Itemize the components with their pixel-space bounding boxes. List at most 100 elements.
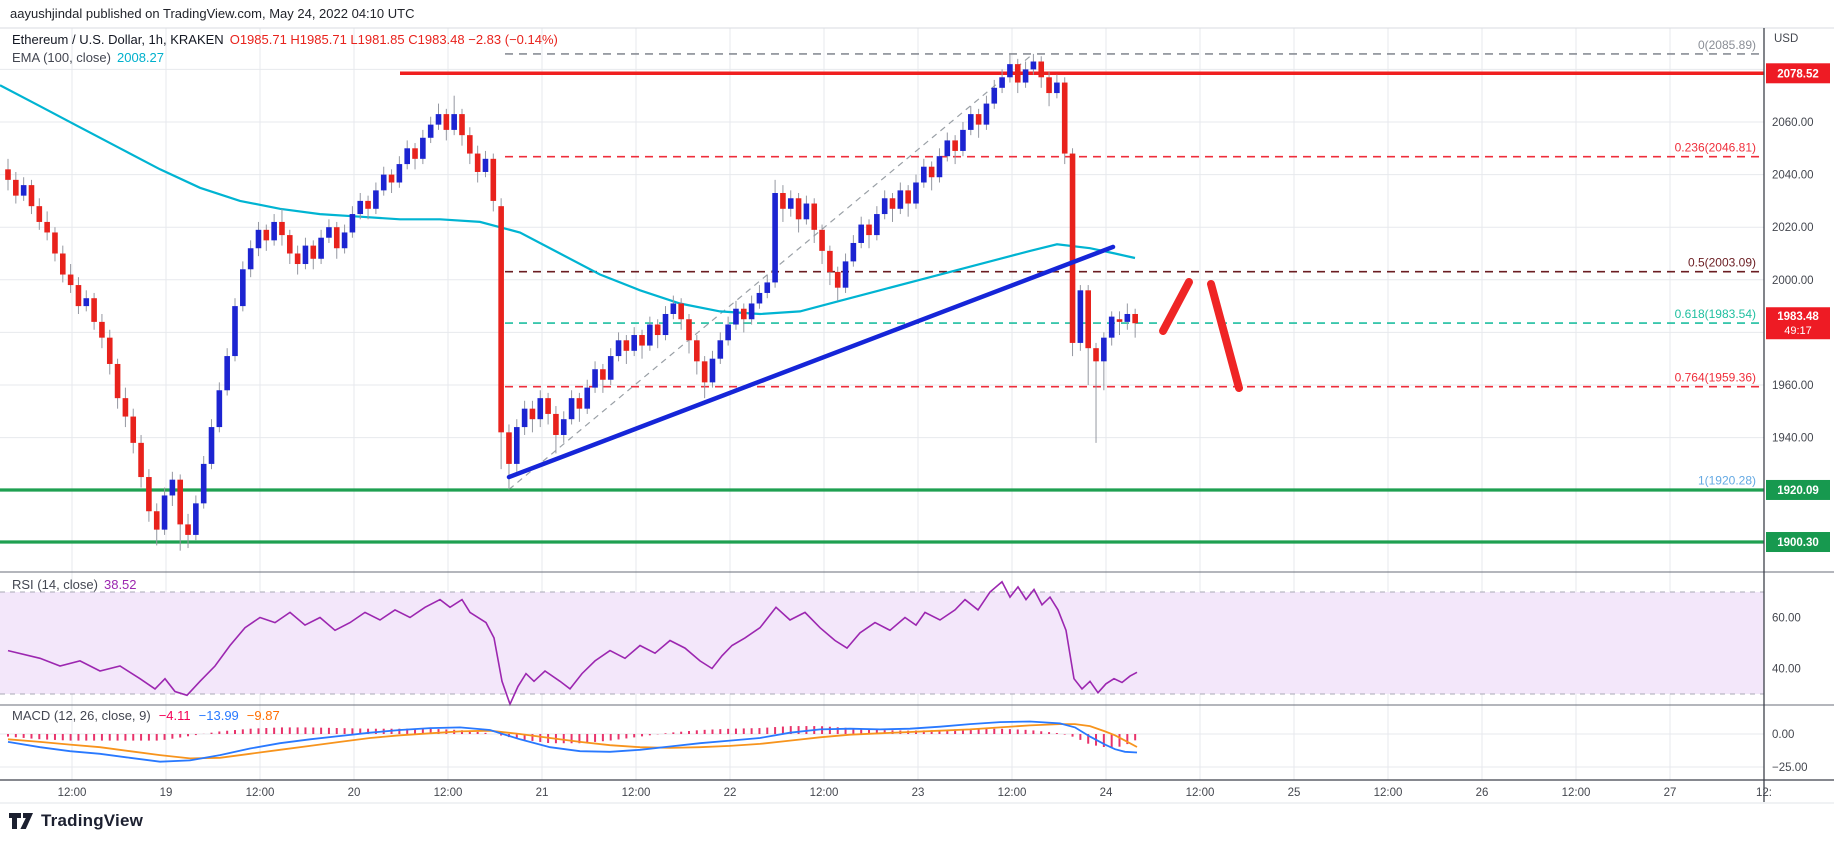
candle	[200, 463, 207, 504]
candle	[302, 245, 309, 265]
svg-text:2078.52: 2078.52	[1777, 68, 1819, 80]
candle	[224, 356, 230, 391]
candle	[177, 479, 184, 525]
candle	[756, 292, 763, 304]
candle	[944, 140, 951, 157]
candle	[1132, 313, 1138, 324]
candle	[545, 398, 551, 414]
svg-text:60.00: 60.00	[1772, 613, 1801, 625]
arrow-down	[1207, 280, 1243, 392]
candle	[772, 193, 778, 283]
candle	[435, 114, 442, 125]
candle	[537, 398, 544, 420]
svg-text:12:00: 12:00	[246, 787, 275, 799]
candle	[349, 214, 356, 233]
rsi-legend: RSI (14, close) 38.52	[12, 577, 137, 592]
svg-text:12:00: 12:00	[810, 787, 839, 799]
candle	[1030, 61, 1037, 70]
candle	[678, 303, 684, 320]
candle	[662, 313, 669, 336]
svg-text:24: 24	[1100, 787, 1113, 799]
candle	[568, 398, 575, 420]
svg-text:2020.00: 2020.00	[1772, 222, 1814, 234]
svg-text:21: 21	[536, 787, 549, 799]
candle	[114, 363, 121, 399]
macd-legend-name: MACD (12, 26, close, 9)	[12, 708, 151, 723]
candle	[318, 237, 324, 259]
candle	[396, 164, 403, 183]
svg-text:0.00: 0.00	[1772, 729, 1794, 741]
candle	[232, 306, 238, 357]
candle	[36, 206, 43, 222]
candle	[694, 340, 700, 362]
svg-text:22: 22	[724, 787, 737, 799]
candle	[83, 298, 90, 307]
candle	[1077, 290, 1084, 343]
svg-text:26: 26	[1476, 787, 1489, 799]
macd-hist-value: −4.11	[158, 708, 191, 723]
candle	[1108, 316, 1115, 338]
candle	[1038, 61, 1045, 78]
candle	[553, 413, 559, 435]
fib-label: 0.236(2046.81)	[1675, 141, 1756, 155]
tradingview-logo-text: TradingView	[41, 811, 144, 830]
candle	[874, 214, 880, 236]
candle	[52, 232, 58, 254]
candle	[701, 361, 708, 383]
candle	[247, 248, 254, 270]
svg-text:19: 19	[160, 787, 173, 799]
candle	[1046, 77, 1052, 94]
svg-text:−25.00: −25.00	[1772, 762, 1808, 774]
candle	[584, 387, 591, 409]
candle	[286, 235, 293, 254]
candle	[185, 524, 191, 535]
candle	[130, 416, 137, 443]
fib-label: 0.764(1959.36)	[1675, 371, 1756, 385]
candle	[780, 193, 786, 209]
candle	[834, 271, 841, 288]
price-axis: USD 2060.00 2040.00 2020.00 2000.00 1960.00 19…	[1772, 33, 1814, 774]
candle	[388, 174, 395, 183]
candle	[513, 427, 520, 464]
svg-text:1960.00: 1960.00	[1772, 380, 1814, 392]
candle	[357, 200, 364, 215]
candle	[44, 221, 50, 233]
candle	[521, 408, 528, 428]
candle	[294, 253, 301, 265]
rsi-legend-value: 38.52	[103, 577, 137, 592]
candle	[279, 221, 285, 236]
candle	[106, 337, 113, 364]
candle	[764, 282, 771, 293]
fib-label: 0.618(1983.54)	[1675, 307, 1756, 321]
candle	[310, 245, 317, 259]
candle	[5, 169, 11, 180]
candle	[216, 390, 223, 428]
trendline	[506, 244, 1116, 480]
candle	[576, 398, 583, 409]
candle	[600, 369, 606, 380]
candle	[654, 324, 661, 336]
candle	[631, 335, 637, 351]
candle	[795, 198, 802, 220]
svg-text:25: 25	[1288, 787, 1301, 799]
candle	[952, 140, 958, 151]
svg-text:12:00: 12:00	[58, 787, 87, 799]
candle	[748, 303, 755, 320]
candle	[850, 242, 857, 262]
svg-text:2040.00: 2040.00	[1772, 170, 1814, 182]
tradingview-logo[interactable]: TradingView	[8, 810, 143, 832]
candle	[1014, 64, 1021, 83]
support-resistance-lines	[0, 71, 1764, 544]
candle	[240, 269, 246, 307]
tradingview-logo-icon	[9, 813, 33, 829]
svg-text:12:00: 12:00	[1186, 787, 1215, 799]
candle	[905, 190, 911, 204]
tradingview-published-chart: USD 2060.00 2040.00 2020.00 2000.00 1960.00 19…	[0, 0, 1834, 845]
ema-legend: EMA (100, close) 2008.27	[12, 50, 164, 65]
candle	[733, 308, 739, 325]
candle	[1022, 69, 1029, 83]
svg-text:12:00: 12:00	[622, 787, 651, 799]
candle	[169, 479, 176, 496]
candle	[975, 114, 982, 125]
attribution-text: aayushjindal published on TradingView.co…	[10, 6, 415, 21]
